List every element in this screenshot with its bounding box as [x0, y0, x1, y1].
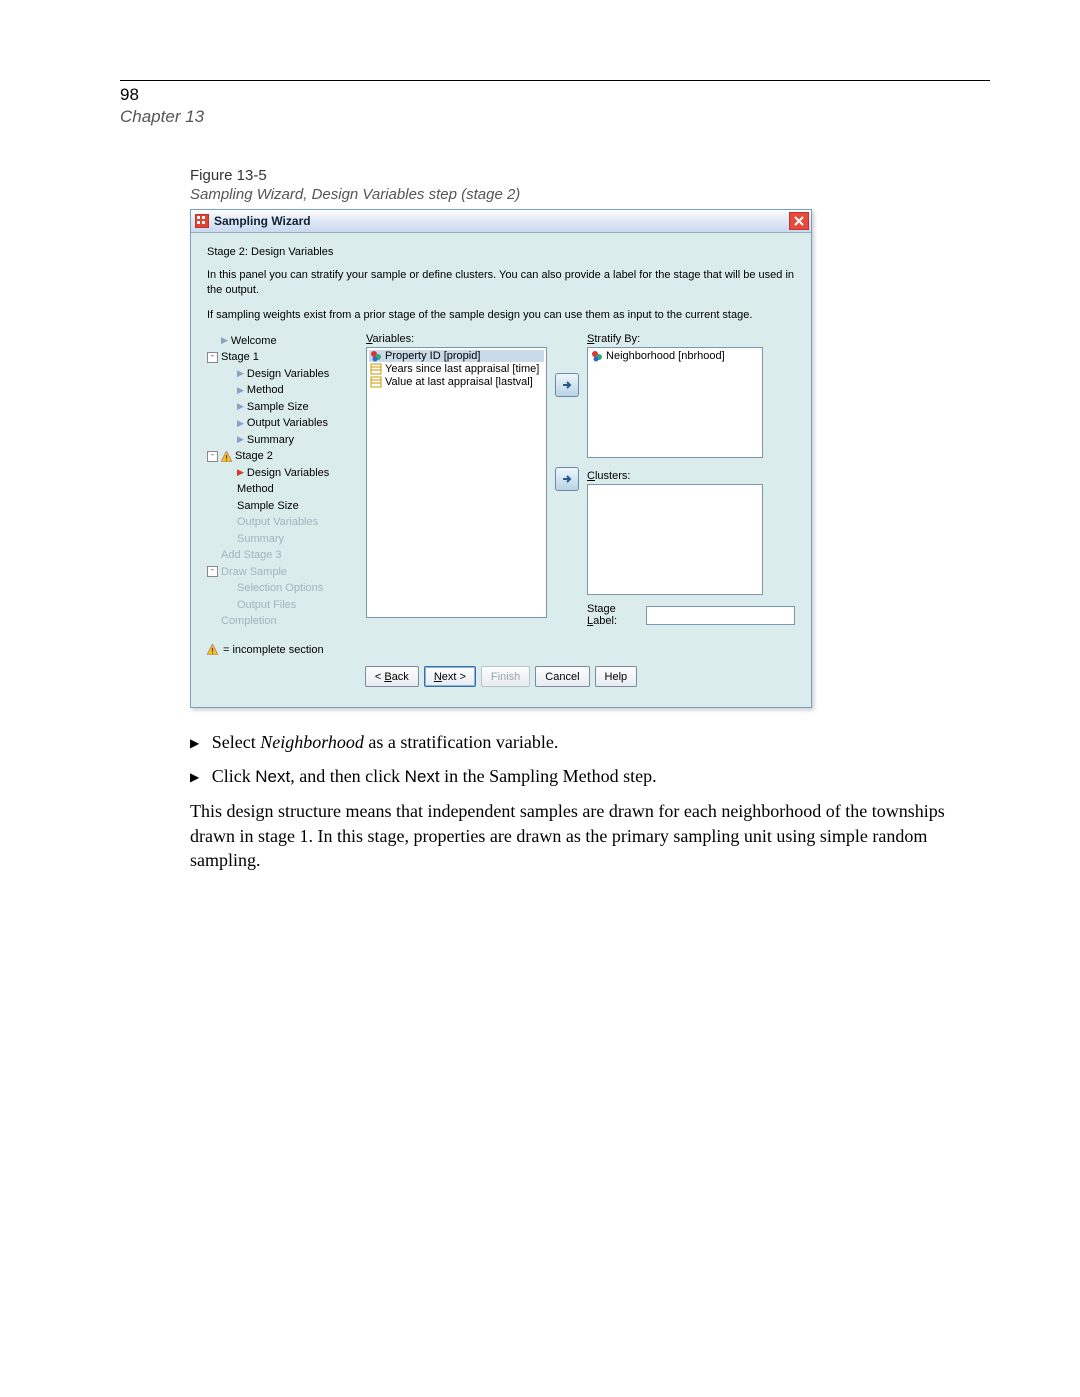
- stratify-listbox[interactable]: Neighborhood [nbrhood]: [587, 347, 763, 458]
- clusters-listbox[interactable]: [587, 484, 763, 595]
- tree-s1-summary[interactable]: ▶Summary: [207, 432, 356, 449]
- tree-s2-method[interactable]: Method: [207, 481, 356, 498]
- app-icon: [195, 214, 209, 228]
- tree-s1-method[interactable]: ▶Method: [207, 382, 356, 399]
- tree-add-stage: Add Stage 3: [207, 547, 356, 564]
- figure-caption: Sampling Wizard, Design Variables step (…: [190, 186, 990, 203]
- scale-icon: [370, 363, 382, 375]
- tree-s1-design[interactable]: ▶Design Variables: [207, 366, 356, 383]
- titlebar: Sampling Wizard: [191, 210, 811, 233]
- close-button[interactable]: [789, 212, 809, 230]
- tree-s2-design[interactable]: ▶Design Variables: [207, 465, 356, 482]
- tree-draw-out: Output Files: [207, 597, 356, 614]
- stage-label-label: Stage Label:: [587, 603, 640, 627]
- instruction-step: Click Next, and then click Next in the S…: [190, 764, 970, 789]
- sampling-wizard-dialog: Sampling Wizard Stage 2: Design Variable…: [190, 209, 812, 708]
- nominal-icon: [370, 350, 382, 362]
- clusters-label: Clusters:: [587, 470, 795, 482]
- variables-label: Variables:: [366, 333, 547, 345]
- tree-s1-outvars[interactable]: ▶Output Variables: [207, 415, 356, 432]
- tree-completion: Completion: [207, 613, 356, 630]
- figure-number: Figure 13-5: [190, 167, 990, 184]
- cancel-button[interactable]: Cancel: [535, 666, 589, 687]
- stage-heading: Stage 2: Design Variables: [207, 246, 795, 258]
- tree-stage2[interactable]: - ! Stage 2: [207, 448, 356, 465]
- list-item[interactable]: Years since last appraisal [time]: [369, 363, 544, 375]
- button-row: < Back Next > Finish Cancel Help: [207, 658, 795, 697]
- list-item[interactable]: Property ID [propid]: [369, 350, 544, 362]
- wizard-nav-tree: ▶Welcome -Stage 1 ▶Design Variables ▶Met…: [207, 333, 356, 659]
- finish-button: Finish: [481, 666, 530, 687]
- body-text: Select Neighborhood as a stratification …: [190, 730, 970, 872]
- description-2: If sampling weights exist from a prior s…: [207, 308, 795, 323]
- tree-s2-outvars: Output Variables: [207, 514, 356, 531]
- warning-icon: !: [221, 451, 232, 462]
- back-button[interactable]: < Back: [365, 666, 419, 687]
- collapse-icon[interactable]: -: [207, 451, 218, 462]
- tree-s2-size[interactable]: Sample Size: [207, 498, 356, 515]
- list-item[interactable]: Neighborhood [nbrhood]: [590, 350, 760, 362]
- dialog-title: Sampling Wizard: [214, 214, 311, 228]
- tree-draw: -Draw Sample: [207, 564, 356, 581]
- description-1: In this panel you can stratify your samp…: [207, 268, 795, 298]
- svg-text:!: !: [225, 454, 227, 462]
- tree-draw-sel: Selection Options: [207, 580, 356, 597]
- legend: ! = incomplete section: [207, 642, 356, 659]
- svg-text:!: !: [211, 647, 213, 655]
- warning-icon: !: [207, 644, 218, 655]
- tree-s2-summary: Summary: [207, 531, 356, 548]
- collapse-icon: -: [207, 566, 218, 577]
- stage-label-input[interactable]: [646, 606, 795, 625]
- move-to-clusters-button[interactable]: [555, 467, 579, 491]
- variables-listbox[interactable]: Property ID [propid] Years since last ap…: [366, 347, 547, 618]
- tree-stage1[interactable]: -Stage 1: [207, 349, 356, 366]
- paragraph: This design structure means that indepen…: [190, 799, 970, 872]
- tree-welcome[interactable]: ▶Welcome: [207, 333, 356, 350]
- collapse-icon[interactable]: -: [207, 352, 218, 363]
- nominal-icon: [591, 350, 603, 362]
- move-to-stratify-button[interactable]: [555, 373, 579, 397]
- chapter-label: Chapter 13: [120, 107, 990, 127]
- tree-s1-size[interactable]: ▶Sample Size: [207, 399, 356, 416]
- stratify-label: Stratify By:: [587, 333, 795, 345]
- page-number: 98: [120, 85, 990, 105]
- scale-icon: [370, 376, 382, 388]
- next-button[interactable]: Next >: [424, 666, 476, 687]
- help-button[interactable]: Help: [595, 666, 638, 687]
- list-item[interactable]: Value at last appraisal [lastval]: [369, 376, 544, 388]
- instruction-step: Select Neighborhood as a stratification …: [190, 730, 970, 754]
